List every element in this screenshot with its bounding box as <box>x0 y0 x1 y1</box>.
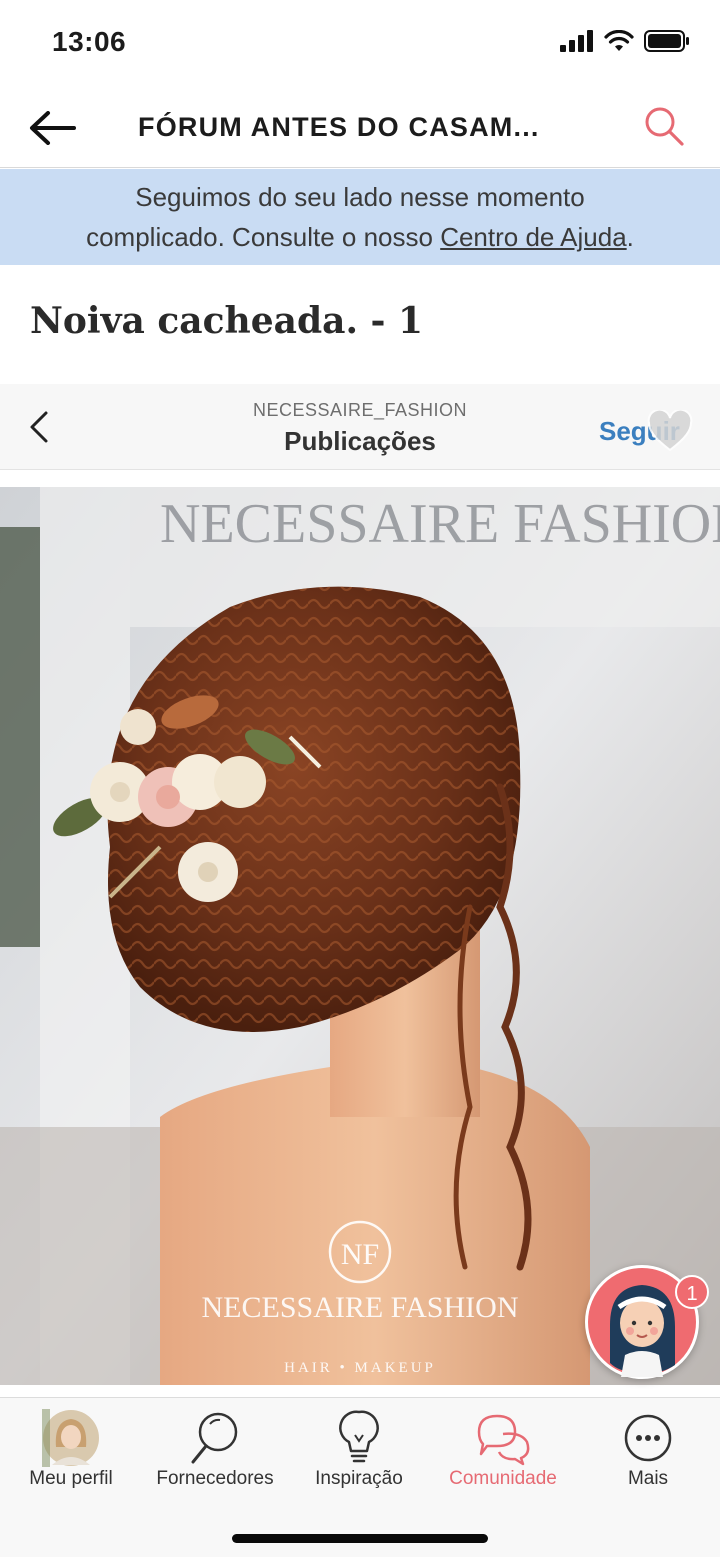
battery-icon <box>644 30 689 52</box>
more-icon <box>618 1408 678 1468</box>
bridal-hairstyle-image: NECESSAIRE FASHION NF NECESSAIRE FASHION… <box>0 487 720 1385</box>
arrow-left-icon <box>30 111 76 145</box>
chat-bubbles-icon <box>473 1408 533 1468</box>
watermark-brand: NECESSAIRE FASHION <box>202 1291 519 1324</box>
profile-avatar <box>41 1408 101 1468</box>
home-indicator <box>232 1534 488 1543</box>
banner-text: complicado. Consulte o nosso <box>86 222 441 252</box>
heart-icon[interactable] <box>646 410 694 454</box>
lightbulb-icon <box>329 1408 389 1468</box>
tab-label: Inspiração <box>315 1468 403 1489</box>
tab-label: Comunidade <box>449 1468 557 1489</box>
tab-comunidade[interactable]: Comunidade <box>430 1398 576 1498</box>
status-time: 13:06 <box>52 26 127 57</box>
post-photo[interactable]: NECESSAIRE FASHION NF NECESSAIRE FASHION… <box>0 487 720 1385</box>
banner-line-2: complicado. Consulte o nosso Centro de A… <box>0 217 720 257</box>
tab-fornecedores[interactable]: Fornecedores <box>142 1398 288 1498</box>
tab-label: Mais <box>627 1468 669 1489</box>
wifi-icon <box>604 30 634 51</box>
status-bar: 13:06 <box>0 0 720 88</box>
wall-sign-text: NECESSAIRE FASHION <box>160 493 720 555</box>
tab-inspiracao[interactable]: Inspiração <box>288 1398 430 1498</box>
magnifier-icon <box>185 1408 245 1468</box>
back-button[interactable] <box>28 104 80 152</box>
search-icon <box>645 107 684 146</box>
top-app-bar: FÓRUM ANTES DO CASAM... <box>0 88 720 168</box>
tab-mais[interactable]: Mais <box>576 1398 720 1498</box>
banner-line-1: Seguimos do seu lado nesse momento <box>135 182 585 212</box>
watermark-logo: NF <box>341 1238 379 1271</box>
tab-label: Fornecedores <box>156 1468 274 1489</box>
watermark-sub: HAIR • MAKEUP <box>284 1360 436 1376</box>
help-banner: Seguimos do seu lado nesse momento compl… <box>0 169 720 265</box>
tab-meu-perfil[interactable]: Meu perfil <box>0 1398 142 1498</box>
tab-label: Meu perfil <box>29 1468 113 1489</box>
signal-icon <box>560 30 593 52</box>
notification-badge: 1 <box>675 1275 709 1309</box>
embedded-post-header: NECESSAIRE_FASHION Publicações Seguir <box>0 384 720 470</box>
page-title: FÓRUM ANTES DO CASAM... <box>138 112 540 142</box>
help-center-link[interactable]: Centro de Ajuda <box>440 222 626 252</box>
post-title: Noiva cacheada. - 1 <box>30 300 424 342</box>
bottom-tab-bar: Meu perfil Fornecedores Inspiração Comun… <box>0 1397 720 1557</box>
status-icons <box>560 30 690 52</box>
banner-text-end: . <box>626 222 634 252</box>
search-button[interactable] <box>642 104 688 150</box>
